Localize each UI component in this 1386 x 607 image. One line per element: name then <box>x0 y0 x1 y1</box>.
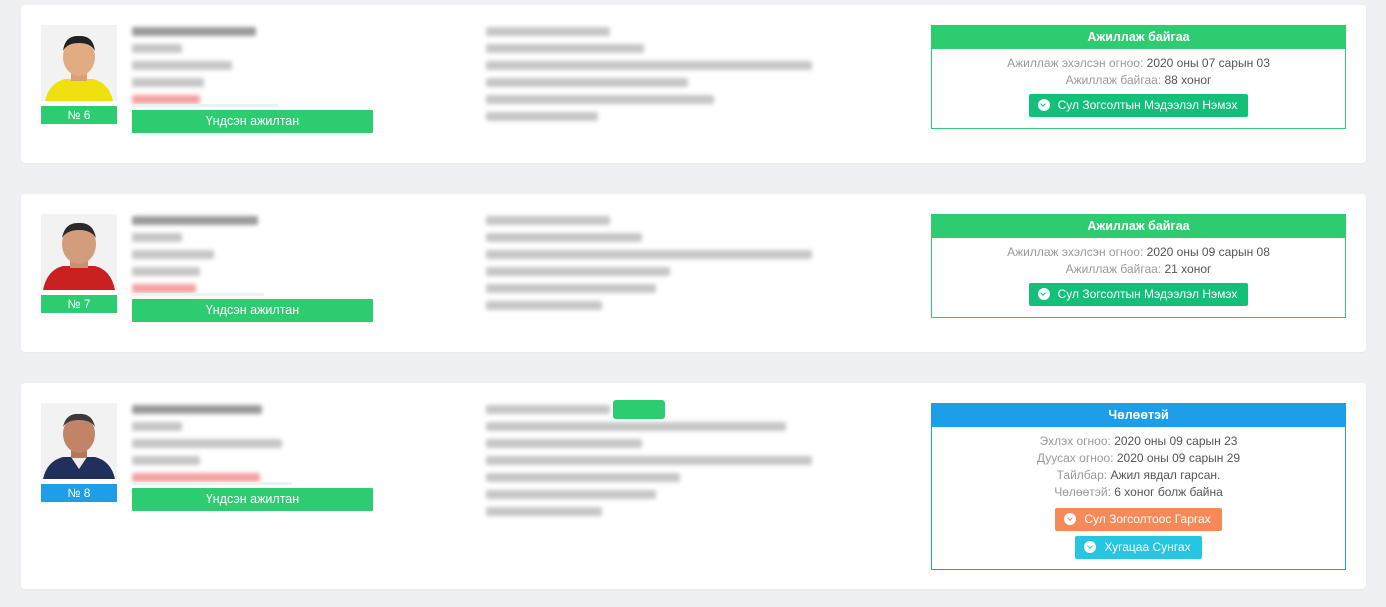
employee-card: № 6 Үндсэн ажилтан Ажиллаж байгаа Ажилла… <box>21 5 1366 163</box>
employee-number-badge: № 8 <box>41 484 117 502</box>
days-working-row: Ажиллаж байгаа: 21 хоног <box>1065 262 1212 276</box>
employee-info-redacted <box>486 405 812 524</box>
start-date-row: Ажиллаж эхэлсэн огноо: 2020 оны 09 сарын… <box>1007 245 1270 259</box>
status-tag-redacted <box>613 400 665 419</box>
status-panel: Ажиллаж байгаа Ажиллаж эхэлсэн огноо: 20… <box>931 25 1346 129</box>
employee-number-badge: № 7 <box>41 295 117 313</box>
remove-from-idle-button[interactable]: Сул Зогсолтоос Гаргах <box>1055 508 1222 531</box>
status-strip <box>132 104 278 107</box>
add-idle-info-button[interactable]: Сул Зогсолтын Мэдээлэл Нэмэх <box>1028 94 1249 117</box>
leave-start-row: Эхлэх огноо: 2020 оны 09 сарын 23 <box>1039 434 1238 448</box>
employee-info-redacted <box>486 216 812 318</box>
status-panel: Чөлөөтэй Эхлэх огноо: 2020 оны 09 сарын … <box>931 403 1346 570</box>
chevron-down-circle-icon <box>1084 541 1097 553</box>
role-button[interactable]: Үндсэн ажилтан <box>132 299 373 322</box>
employee-card: № 8 Үндсэн ажилтан Чөлөөтэй Эхлэх огноо:… <box>21 383 1366 589</box>
extend-period-button[interactable]: Хугацаа Сунгах <box>1075 536 1202 559</box>
add-idle-info-button[interactable]: Сул Зогсолтын Мэдээлэл Нэмэх <box>1028 283 1249 306</box>
status-strip <box>132 482 292 485</box>
employee-details-redacted <box>132 405 282 490</box>
chevron-down-circle-icon <box>1064 513 1077 525</box>
employee-card: № 7 Үндсэн ажилтан Ажиллаж байгаа Ажилла… <box>21 194 1366 352</box>
employee-details-redacted <box>132 27 256 112</box>
employee-number-badge: № 6 <box>41 106 117 124</box>
status-header: Чөлөөтэй <box>932 404 1345 427</box>
leave-duration-row: Чөлөөтэй: 6 хоног болж байна <box>1054 485 1223 499</box>
days-working-row: Ажиллаж байгаа: 88 хоног <box>1065 73 1212 87</box>
status-header: Ажиллаж байгаа <box>932 26 1345 49</box>
chevron-down-circle-icon <box>1037 99 1050 111</box>
status-header: Ажиллаж байгаа <box>932 215 1345 238</box>
role-button[interactable]: Үндсэн ажилтан <box>132 110 373 133</box>
start-date-row: Ажиллаж эхэлсэн огноо: 2020 оны 07 сарын… <box>1007 56 1270 70</box>
chevron-down-circle-icon <box>1037 288 1050 300</box>
employee-photo <box>41 403 117 479</box>
employee-details-redacted <box>132 216 258 301</box>
role-button[interactable]: Үндсэн ажилтан <box>132 488 373 511</box>
employee-info-redacted <box>486 27 812 129</box>
leave-note-row: Тайлбар: Ажил явдал гарсан. <box>1056 468 1221 482</box>
leave-end-row: Дуусах огноо: 2020 оны 09 сарын 29 <box>1036 451 1241 465</box>
employee-photo <box>41 25 117 101</box>
employee-photo <box>41 214 117 290</box>
status-panel: Ажиллаж байгаа Ажиллаж эхэлсэн огноо: 20… <box>931 214 1346 318</box>
status-strip <box>132 293 264 296</box>
